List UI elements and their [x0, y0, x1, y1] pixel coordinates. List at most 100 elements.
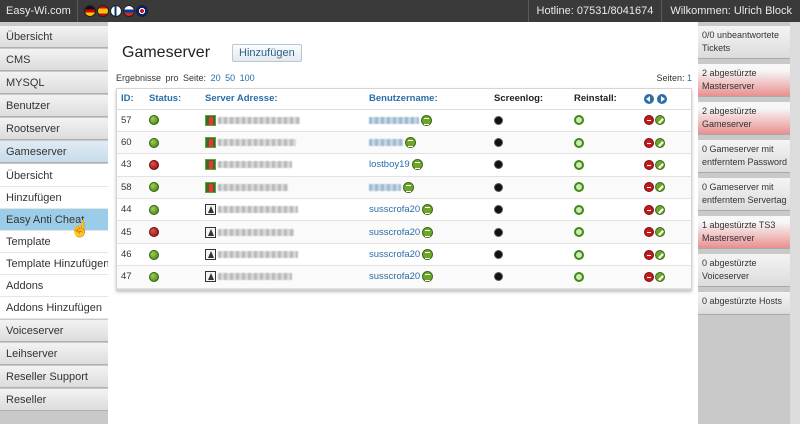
screenlog-icon[interactable]	[494, 272, 503, 282]
screenlog-icon[interactable]	[494, 227, 503, 237]
screenlog-icon[interactable]	[494, 205, 503, 215]
notice-crashed-gameserver[interactable]: 2 abgestürzte Gameserver	[698, 102, 800, 135]
username-link[interactable]: susscrofa20	[369, 204, 420, 215]
screenlog-icon[interactable]	[494, 160, 503, 170]
screenlog-icon[interactable]	[494, 138, 503, 148]
uk-flag-icon[interactable]	[135, 5, 148, 17]
notice-crashed-hosts[interactable]: 0 abgestürzte Hosts	[698, 292, 800, 315]
user-menu-icon[interactable]	[411, 159, 423, 171]
delete-icon[interactable]	[644, 115, 654, 126]
username-blurred[interactable]	[369, 139, 403, 147]
server-address-blurred[interactable]	[218, 251, 298, 259]
per-page-20-link[interactable]: 20	[211, 73, 221, 83]
submenu-item-overview[interactable]: Übersicht	[0, 165, 108, 187]
page-1-link[interactable]: 1	[687, 73, 692, 83]
server-address-blurred[interactable]	[218, 161, 292, 169]
username-link[interactable]: susscrofa20	[369, 227, 420, 238]
server-address-blurred[interactable]	[218, 116, 300, 124]
username-link[interactable]: susscrofa20	[369, 271, 420, 282]
delete-icon[interactable]	[644, 204, 654, 215]
column-header-username[interactable]: Benutzername:	[365, 89, 490, 110]
page-scrollbar[interactable]	[790, 22, 800, 424]
sidebar-item-overview[interactable]: Übersicht	[0, 26, 108, 48]
sidebar-item-users[interactable]: Benutzer	[0, 95, 108, 117]
add-gameserver-button[interactable]: Hinzufügen	[232, 44, 302, 62]
edit-icon[interactable]	[655, 204, 665, 215]
sidebar-item-voiceserver[interactable]: Voiceserver	[0, 320, 108, 342]
reinstall-icon[interactable]	[574, 115, 584, 126]
reinstall-icon[interactable]	[574, 137, 584, 148]
notice-crashed-ts3-masterserver[interactable]: 1 abgestürzte TS3 Masterserver	[698, 216, 800, 249]
screenlog-icon[interactable]	[494, 250, 503, 260]
server-address-blurred[interactable]	[218, 206, 298, 214]
delete-icon[interactable]	[644, 182, 654, 193]
delete-icon[interactable]	[644, 227, 654, 238]
sidebar-item-mysql[interactable]: MYSQL	[0, 72, 108, 94]
user-menu-icon[interactable]	[405, 137, 416, 149]
submenu-item-addons[interactable]: Addons	[0, 275, 108, 297]
delete-icon[interactable]	[644, 159, 654, 170]
prev-arrow-icon[interactable]	[644, 93, 654, 104]
notice-unanswered-tickets[interactable]: 0/0 unbeantwortete Tickets	[698, 26, 800, 59]
column-header-address[interactable]: Server Adresse:	[201, 89, 365, 110]
es-flag-icon[interactable]	[96, 5, 109, 17]
user-menu-icon[interactable]	[422, 249, 434, 261]
notice-crashed-masterserver[interactable]: 2 abgestürzte Masterserver	[698, 64, 800, 97]
reinstall-icon[interactable]	[574, 159, 584, 170]
reinstall-icon[interactable]	[574, 182, 584, 193]
edit-icon[interactable]	[655, 159, 665, 170]
delete-icon[interactable]	[644, 271, 654, 282]
column-header-id[interactable]: ID:	[117, 89, 145, 110]
submenu-item-addons-add[interactable]: Addons Hinzufügen	[0, 297, 108, 319]
server-address-blurred[interactable]	[218, 273, 292, 281]
column-header-status[interactable]: Status:	[145, 89, 201, 110]
sidebar-item-leihserver[interactable]: Leihserver	[0, 343, 108, 365]
brand-link[interactable]: Easy-Wi.com	[0, 0, 78, 22]
username-blurred[interactable]	[369, 183, 401, 191]
username-link[interactable]: lostboy19	[369, 159, 410, 170]
edit-icon[interactable]	[655, 271, 665, 282]
screenlog-icon[interactable]	[494, 115, 503, 125]
sidebar-item-gameserver[interactable]: Gameserver	[0, 141, 108, 163]
server-address-blurred[interactable]	[218, 228, 294, 236]
ru-flag-icon[interactable]	[122, 5, 135, 17]
notice-removed-password[interactable]: 0 Gameserver mit entferntem Password	[698, 140, 800, 173]
user-menu-icon[interactable]	[422, 204, 434, 216]
de-flag-icon[interactable]	[83, 5, 96, 17]
server-address-blurred[interactable]	[218, 183, 288, 191]
reinstall-icon[interactable]	[574, 227, 584, 238]
sidebar-item-rootserver[interactable]: Rootserver	[0, 118, 108, 140]
user-menu-icon[interactable]	[422, 271, 434, 283]
reinstall-icon[interactable]	[574, 271, 584, 282]
submenu-item-template[interactable]: Template	[0, 231, 108, 253]
user-menu-icon[interactable]	[422, 226, 434, 238]
username-link[interactable]: susscrofa20	[369, 249, 420, 260]
edit-icon[interactable]	[655, 115, 665, 126]
notice-crashed-voiceserver[interactable]: 0 abgestürzte Voiceserver	[698, 254, 800, 287]
notice-removed-servertag[interactable]: 0 Gameserver mit entferntem Servertag	[698, 178, 800, 211]
user-menu-icon[interactable]	[403, 181, 414, 193]
submenu-item-add[interactable]: Hinzufügen	[0, 187, 108, 209]
sidebar-item-reseller[interactable]: Reseller	[0, 389, 108, 411]
sidebar-item-reseller-support[interactable]: Reseller Support	[0, 366, 108, 388]
next-arrow-icon[interactable]	[656, 93, 667, 104]
per-page-100-link[interactable]: 100	[240, 73, 255, 83]
delete-icon[interactable]	[644, 249, 654, 260]
edit-icon[interactable]	[655, 227, 665, 238]
submenu-item-template-add[interactable]: Template Hinzufügen	[0, 253, 109, 275]
user-menu-icon[interactable]	[421, 114, 432, 126]
sidebar-item-cms[interactable]: CMS	[0, 49, 108, 71]
reinstall-icon[interactable]	[574, 249, 584, 260]
server-address-blurred[interactable]	[218, 139, 296, 147]
screenlog-icon[interactable]	[494, 182, 503, 192]
reinstall-icon[interactable]	[574, 204, 584, 215]
delete-icon[interactable]	[644, 137, 654, 148]
edit-icon[interactable]	[655, 249, 665, 260]
fi-flag-icon[interactable]	[109, 5, 122, 17]
username-blurred[interactable]	[369, 116, 419, 124]
edit-icon[interactable]	[655, 137, 665, 148]
per-page-50-link[interactable]: 50	[225, 73, 235, 83]
welcome-text[interactable]: Wilkommen: Ulrich Block	[661, 0, 800, 22]
submenu-item-easy-anti-cheat[interactable]: Easy Anti Cheat	[0, 209, 108, 231]
edit-icon[interactable]	[655, 182, 665, 193]
